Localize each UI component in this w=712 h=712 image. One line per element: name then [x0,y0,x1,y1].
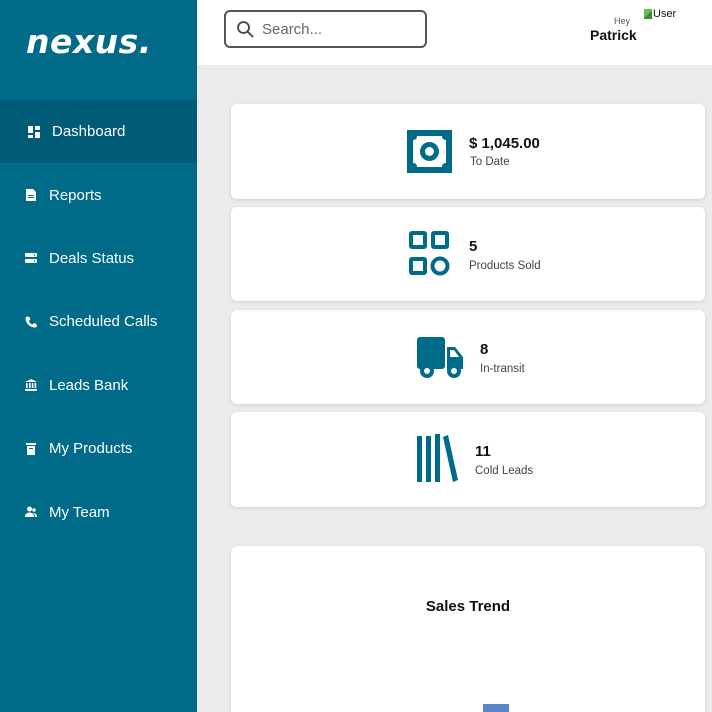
broken-image-icon [644,9,652,19]
stat-card-in-transit[interactable]: 8 In-transit [231,310,705,404]
sidebar-item-label: Dashboard [52,123,126,141]
sidebar: nexus. Dashboard Reports Deals Status Sc… [0,0,197,712]
greeting-text: Hey [613,16,630,26]
dashboard-icon [27,125,41,139]
chart-bar [483,704,509,712]
stat-value: 5 [469,238,478,255]
sidebar-item-deals-status[interactable]: Deals Status [0,227,197,290]
stat-card-cold-leads[interactable]: 11 Cold Leads [231,412,705,507]
sidebar-item-label: My Products [49,440,133,458]
top-bar: Hey Patrick User [197,0,712,65]
sidebar-item-my-products[interactable]: My Products [0,417,197,480]
dashboard-main: $ 1,045.00 To Date 5 Products Sold 8 In-… [197,65,712,712]
stat-value: 11 [475,443,491,460]
sidebar-item-label: Leads Bank [49,376,129,394]
user-name: Patrick [590,27,637,43]
stat-label: To Date [470,156,510,168]
books-icon [417,434,459,484]
sales-trend-card: Sales Trend [231,546,705,712]
bank-icon [24,378,38,392]
sidebar-item-my-team[interactable]: My Team [0,480,197,543]
search-input[interactable] [262,20,412,38]
stat-value: $ 1,045.00 [469,135,540,152]
stat-label: Products Sold [469,260,541,272]
stat-value: 8 [480,341,489,358]
avatar[interactable]: User [644,8,676,20]
sidebar-item-scheduled-calls[interactable]: Scheduled Calls [0,290,197,353]
truck-icon [417,335,465,381]
money-icon [407,130,452,173]
app-logo[interactable]: nexus. [26,22,152,61]
sidebar-item-leads-bank[interactable]: Leads Bank [0,354,197,417]
document-icon [24,188,38,202]
stat-card-products-sold[interactable]: 5 Products Sold [231,207,705,301]
search-icon [237,21,254,38]
user-greeting: Hey Patrick [590,16,637,43]
avatar-alt-text: User [653,8,677,20]
stat-card-to-date[interactable]: $ 1,045.00 To Date [231,104,705,199]
sidebar-nav: Dashboard Reports Deals Status Scheduled… [0,100,197,544]
box-icon [24,442,38,456]
chart-title: Sales Trend [425,598,511,615]
sidebar-item-dashboard[interactable]: Dashboard [0,100,197,164]
team-icon [24,505,38,519]
server-icon [24,251,38,265]
stat-label: In-transit [480,363,525,375]
stat-label: Cold Leads [475,465,534,477]
phone-icon [24,315,38,329]
search-box[interactable] [224,10,427,48]
sidebar-item-reports[interactable]: Reports [0,163,197,226]
sidebar-item-label: Scheduled Calls [49,313,158,331]
sidebar-item-label: Reports [49,186,102,204]
sidebar-item-label: Deals Status [49,249,135,267]
sidebar-item-label: My Team [49,503,110,521]
grid-apps-icon [409,231,451,277]
